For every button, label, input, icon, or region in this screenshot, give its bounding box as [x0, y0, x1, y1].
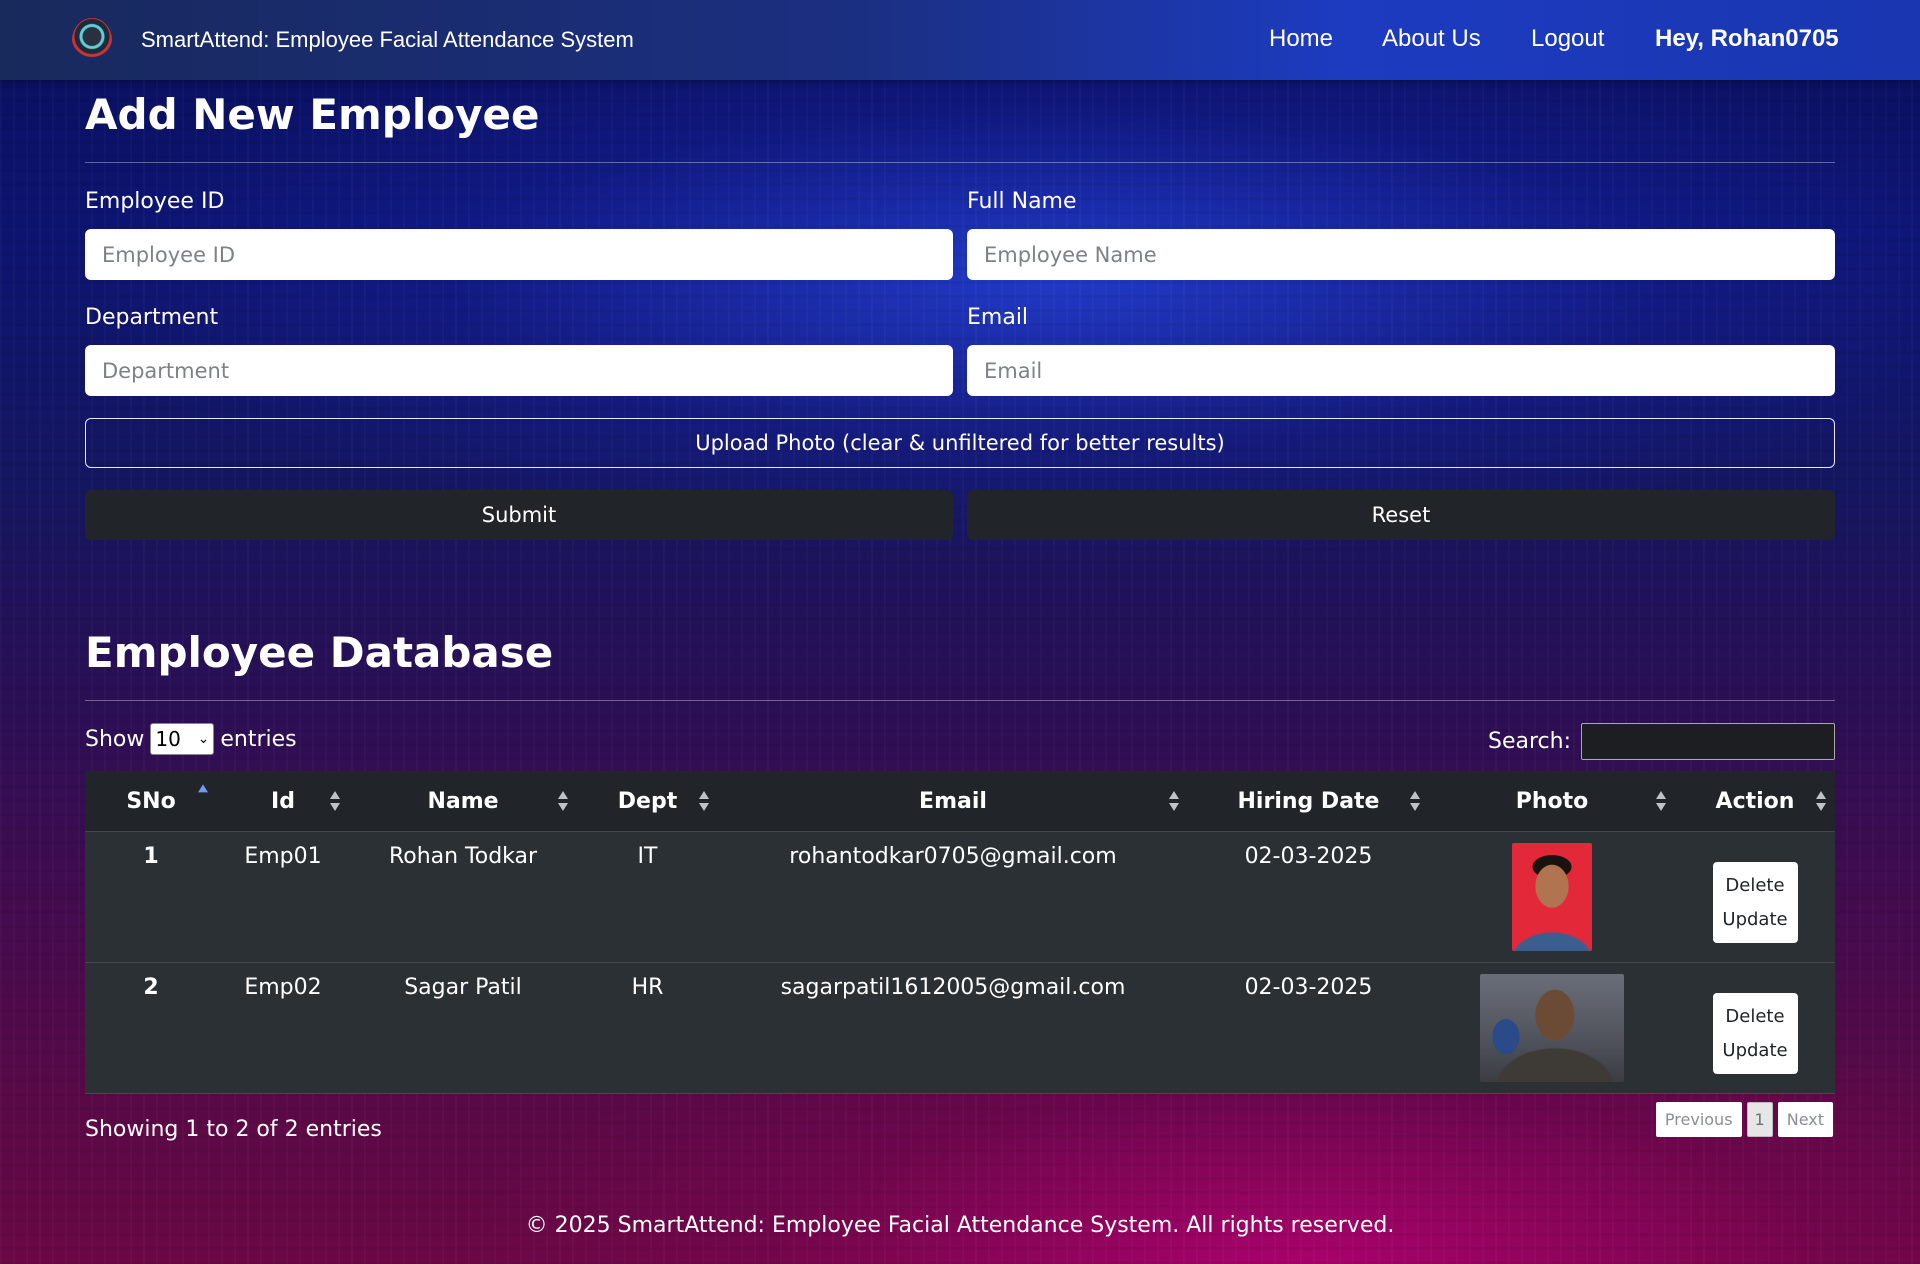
full-name-input[interactable] — [967, 229, 1835, 280]
email-input[interactable] — [967, 345, 1835, 396]
column-header-label: Action — [1715, 788, 1795, 814]
column-header-label: Hiring Date — [1237, 788, 1380, 814]
divider — [85, 700, 1835, 701]
column-header-sno[interactable]: SNo — [85, 771, 217, 831]
update-button[interactable]: Update — [1722, 909, 1787, 930]
employee-database-title: Employee Database — [85, 628, 554, 677]
cell-dept: HR — [631, 975, 664, 1000]
delete-button[interactable]: Delete — [1725, 875, 1784, 896]
table-row: 1 Emp01 Rohan Todkar IT rohantodkar0705@… — [85, 832, 1835, 963]
cell-id: Emp01 — [244, 844, 322, 869]
employee-photo — [1480, 974, 1624, 1082]
search-input[interactable] — [1581, 723, 1835, 760]
column-header-label: Email — [919, 788, 987, 814]
cell-photo — [1429, 832, 1675, 962]
footer-copyright: © 2025 SmartAttend: Employee Facial Atte… — [525, 1213, 1395, 1238]
cell-action: Delete Update — [1675, 963, 1835, 1093]
nav-about-link[interactable]: About Us — [1382, 25, 1481, 53]
show-label: Show — [85, 726, 145, 752]
entries-select[interactable]: 10 ⌄ — [150, 723, 215, 755]
cell-name: Sagar Patil — [404, 975, 522, 1000]
column-header-label: Id — [271, 788, 295, 814]
employee-photo — [1512, 843, 1592, 951]
sort-ascending-icon — [197, 783, 209, 805]
cell-email: rohantodkar0705@gmail.com — [789, 844, 1117, 869]
sort-icon — [1815, 790, 1827, 812]
full-name-label: Full Name — [967, 189, 1077, 214]
cell-dept: IT — [637, 844, 658, 869]
cell-name: Rohan Todkar — [388, 844, 538, 869]
chevron-down-icon: ⌄ — [197, 731, 210, 747]
cell-sno: 2 — [143, 975, 159, 1000]
pagination-next[interactable]: Next — [1777, 1102, 1833, 1137]
pagination-page-1[interactable]: 1 — [1746, 1102, 1773, 1137]
search-label: Search: — [1488, 729, 1571, 754]
column-header-name[interactable]: Name — [349, 771, 577, 831]
nav-home-link[interactable]: Home — [1269, 25, 1333, 53]
column-header-email[interactable]: Email — [718, 771, 1188, 831]
column-header-label: Name — [427, 788, 499, 814]
nav-logout-link[interactable]: Logout — [1531, 25, 1604, 53]
entries-label: entries — [220, 726, 297, 752]
user-greeting: Hey, Rohan0705 — [1655, 25, 1839, 52]
sort-icon — [557, 790, 569, 812]
cell-email: sagarpatil1612005@gmail.com — [780, 975, 1126, 1000]
divider — [85, 162, 1835, 163]
submit-button[interactable]: Submit — [85, 490, 953, 540]
department-label: Department — [85, 305, 219, 330]
sort-icon — [329, 790, 341, 812]
table-row: 2 Emp02 Sagar Patil HR sagarpatil1612005… — [85, 963, 1835, 1094]
column-header-label: SNo — [126, 788, 176, 814]
sort-icon — [1168, 790, 1180, 812]
column-header-label: Photo — [1515, 788, 1589, 814]
cell-id: Emp02 — [244, 975, 322, 1000]
department-input[interactable] — [85, 345, 953, 396]
action-group: Delete Update — [1712, 993, 1798, 1074]
upload-photo-button[interactable]: Upload Photo (clear & unfiltered for bet… — [85, 418, 1835, 468]
brand-title[interactable]: SmartAttend: Employee Facial Attendance … — [141, 27, 634, 53]
cell-sno: 1 — [143, 844, 159, 869]
employee-id-input[interactable] — [85, 229, 953, 280]
sort-icon — [698, 790, 710, 812]
navbar: SmartAttend: Employee Facial Attendance … — [0, 0, 1920, 80]
reset-button[interactable]: Reset — [967, 490, 1835, 540]
delete-button[interactable]: Delete — [1725, 1006, 1784, 1027]
column-header-dept[interactable]: Dept — [577, 771, 718, 831]
update-button[interactable]: Update — [1722, 1040, 1787, 1061]
entries-length-control: Show 10 ⌄ entries — [85, 723, 297, 755]
table-header-row: SNo Id Name Dept Email Hiring Date Photo — [85, 771, 1835, 832]
entries-select-value: 10 — [155, 727, 181, 751]
column-header-id[interactable]: Id — [217, 771, 349, 831]
cell-hiring-date: 02-03-2025 — [1244, 975, 1373, 1000]
table-info: Showing 1 to 2 of 2 entries — [85, 1117, 382, 1142]
cell-action: Delete Update — [1675, 832, 1835, 962]
sort-icon — [1409, 790, 1421, 812]
email-label: Email — [967, 305, 1029, 330]
add-employee-title: Add New Employee — [85, 90, 540, 139]
column-header-action[interactable]: Action — [1675, 771, 1835, 831]
cell-hiring-date: 02-03-2025 — [1244, 844, 1373, 869]
column-header-hiring-date[interactable]: Hiring Date — [1188, 771, 1429, 831]
column-header-photo[interactable]: Photo — [1429, 771, 1675, 831]
sort-icon — [1655, 790, 1667, 812]
column-header-label: Dept — [617, 788, 678, 814]
pagination: Previous 1 Next — [1655, 1102, 1833, 1137]
cell-photo — [1429, 963, 1675, 1093]
table-search: Search: — [1488, 723, 1835, 760]
app-logo-icon — [72, 18, 112, 62]
pagination-previous[interactable]: Previous — [1655, 1102, 1742, 1137]
employee-id-label: Employee ID — [85, 189, 225, 214]
employee-table: SNo Id Name Dept Email Hiring Date Photo — [85, 771, 1835, 1094]
action-group: Delete Update — [1712, 862, 1798, 943]
